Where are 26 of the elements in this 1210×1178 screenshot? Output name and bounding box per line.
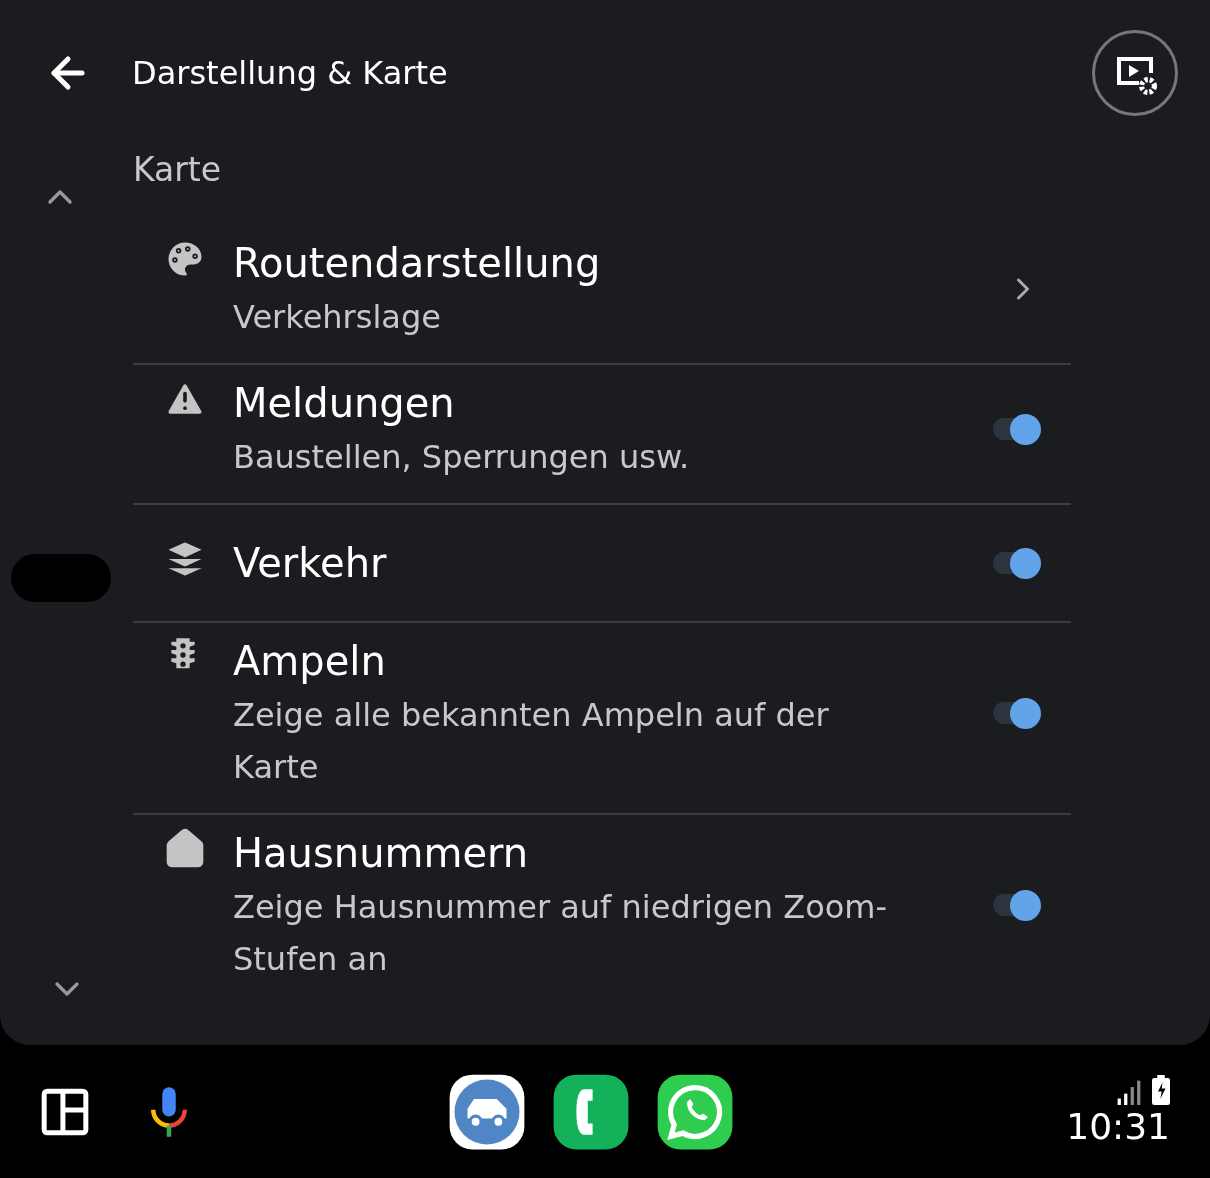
row-title: Meldungen xyxy=(233,379,456,428)
settings-row[interactable]: Verkehr xyxy=(133,505,1071,623)
toggle-switch[interactable] xyxy=(993,547,1041,579)
scroll-thumb[interactable] xyxy=(10,554,111,602)
battery-charging-icon xyxy=(1152,1074,1170,1105)
row-title: Hausnummern xyxy=(233,829,530,878)
settings-row[interactable]: Ampeln Zeige alle bekannten Ampeln auf der Karte xyxy=(133,623,1071,815)
signal-icon xyxy=(1116,1078,1142,1105)
row-subtitle: Zeige alle bekannten Ampeln auf der Karte xyxy=(233,695,830,788)
toggle-switch[interactable] xyxy=(993,889,1041,921)
row-subtitle: Zeige Hausnummer auf niedrigen Zoom-Stufen an xyxy=(233,887,888,980)
settings-row[interactable]: Routendarstellung Verkehrslage xyxy=(133,225,1071,365)
row-title: Routendarstellung xyxy=(233,239,602,288)
dashboard-icon[interactable] xyxy=(40,1086,90,1137)
settings-row[interactable]: Hausnummern Zeige Hausnummer auf niedrigen Zoom-Stufen an xyxy=(133,815,1071,1005)
section-header: Karte xyxy=(133,149,223,191)
row-title: Verkehr xyxy=(233,539,388,588)
display-settings-button[interactable] xyxy=(1092,29,1178,116)
row-subtitle: Baustellen, Sperrungen usw. xyxy=(233,437,691,478)
row-subtitle: Verkehrslage xyxy=(233,297,442,338)
page-title: Darstellung & Karte xyxy=(132,52,448,94)
settings-row[interactable]: Meldungen Baustellen, Sperrungen usw. xyxy=(133,365,1071,505)
row-title: Ampeln xyxy=(233,637,387,686)
toggle-switch[interactable] xyxy=(993,413,1041,445)
toggle-switch[interactable] xyxy=(993,697,1041,729)
clock: 10:31 xyxy=(1066,1104,1170,1149)
